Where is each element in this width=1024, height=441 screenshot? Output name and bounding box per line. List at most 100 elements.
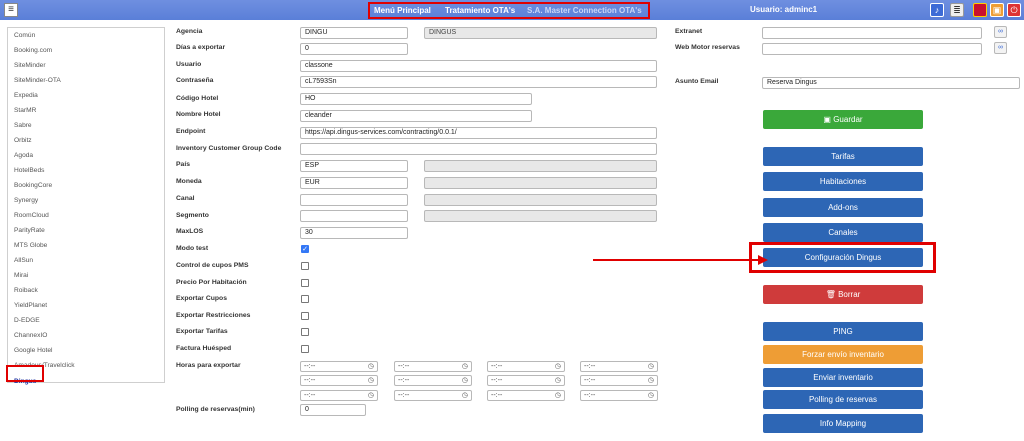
sidebar-item-booking[interactable]: Booking.com bbox=[14, 47, 52, 54]
agencia-input[interactable]: DINGU bbox=[300, 27, 408, 39]
exportar-restricciones-checkbox[interactable] bbox=[301, 312, 309, 320]
habitaciones-button[interactable]: Habitaciones bbox=[763, 172, 923, 191]
control-cupos-checkbox[interactable] bbox=[301, 262, 309, 270]
label-dias: Días a exportar bbox=[176, 44, 226, 51]
inventory-code-input[interactable] bbox=[300, 143, 657, 155]
sidebar-item-parityrate[interactable]: ParityRate bbox=[14, 227, 45, 234]
factura-huesped-checkbox[interactable] bbox=[301, 345, 309, 353]
sidebar-item-synergy[interactable]: Synergy bbox=[14, 197, 38, 204]
clock-icon: ◷ bbox=[554, 363, 561, 370]
enviar-inventario-button[interactable]: Enviar inventario bbox=[763, 368, 923, 387]
configuracion-highlight bbox=[749, 242, 936, 273]
sidebar-item-channexio[interactable]: ChannexIO bbox=[14, 332, 47, 339]
time-input[interactable]: --:-- ◷ bbox=[487, 390, 565, 401]
print-icon[interactable]: ▣ bbox=[990, 3, 1004, 17]
sidebar-item-allsun[interactable]: AllSun bbox=[14, 257, 33, 264]
clock-icon: ◷ bbox=[647, 377, 654, 384]
sidebar-item-roomcloud[interactable]: RoomCloud bbox=[14, 212, 49, 219]
segmento-readonly-field bbox=[424, 210, 657, 222]
time-input[interactable]: --:-- ◷ bbox=[580, 390, 658, 401]
clock-icon: ◷ bbox=[461, 377, 468, 384]
sidebar-item-comun[interactable]: Común bbox=[14, 32, 35, 39]
sidebar-item-mirai[interactable]: Mirai bbox=[14, 272, 28, 279]
sidebar-item-starmr[interactable]: StarMR bbox=[14, 107, 36, 114]
label-pais: País bbox=[176, 161, 190, 168]
link-icon[interactable]: ∞ bbox=[994, 42, 1007, 54]
clock-icon: ◷ bbox=[647, 392, 654, 399]
dias-input[interactable]: 0 bbox=[300, 43, 408, 55]
sidebar-item-siteminder-ota[interactable]: SiteMinder-OTA bbox=[14, 77, 61, 84]
sidebar-item-siteminder[interactable]: SiteMinder bbox=[14, 62, 46, 69]
maxlos-input[interactable]: 30 bbox=[300, 227, 408, 239]
sidebar-item-expedia[interactable]: Expedia bbox=[14, 92, 38, 99]
moneda-readonly-field bbox=[424, 177, 657, 189]
time-input[interactable]: --:-- ◷ bbox=[394, 390, 472, 401]
sidebar-item-mts-globe[interactable]: MTS Globe bbox=[14, 242, 47, 249]
web-motor-input[interactable] bbox=[762, 43, 982, 55]
extranet-input[interactable] bbox=[762, 27, 982, 39]
spain-flag-icon[interactable] bbox=[973, 3, 987, 17]
time-input[interactable]: --:-- ◷ bbox=[487, 375, 565, 386]
exportar-tarifas-checkbox[interactable] bbox=[301, 328, 309, 336]
precio-habitacion-checkbox[interactable] bbox=[301, 279, 309, 287]
forzar-envio-button[interactable]: Forzar envío inventario bbox=[763, 345, 923, 364]
borrar-button[interactable]: 🗑 Borrar bbox=[763, 285, 923, 304]
segmento-input[interactable] bbox=[300, 210, 408, 222]
codigo-hotel-input[interactable]: HO bbox=[300, 93, 532, 105]
nombre-hotel-input[interactable]: cleander bbox=[300, 110, 532, 122]
time-input[interactable]: --:-- ◷ bbox=[300, 390, 378, 401]
pais-input[interactable]: ESP bbox=[300, 160, 408, 172]
time-input[interactable]: --:-- ◷ bbox=[580, 361, 658, 372]
tarifas-button[interactable]: Tarifas bbox=[763, 147, 923, 166]
pointer-arrow-line bbox=[593, 259, 763, 261]
time-input[interactable]: --:-- ◷ bbox=[300, 375, 378, 386]
endpoint-input[interactable]: https://api.dingus-services.com/contract… bbox=[300, 127, 657, 139]
label-horas-exportar: Horas para exportar bbox=[176, 362, 241, 369]
link-icon[interactable]: ∞ bbox=[994, 26, 1007, 38]
nav-tratamiento-ota[interactable]: Tratamiento OTA's bbox=[445, 6, 515, 15]
nav-master-connection[interactable]: S.A. Master Connection OTA's bbox=[527, 6, 642, 15]
sidebar-item-yieldplanet[interactable]: YieldPlanet bbox=[14, 302, 47, 309]
clock-icon: ◷ bbox=[554, 392, 561, 399]
label-contrasena: Contraseña bbox=[176, 77, 214, 84]
modo-test-checkbox[interactable]: ✓ bbox=[301, 245, 309, 253]
label-modo-test: Modo test bbox=[176, 245, 209, 252]
contrasena-input[interactable]: cL7593Sn bbox=[300, 76, 657, 88]
sidebar-item-hotelbeds[interactable]: HotelBeds bbox=[14, 167, 44, 174]
moneda-input[interactable]: EUR bbox=[300, 177, 408, 189]
usuario-input[interactable]: classone bbox=[300, 60, 657, 72]
sidebar-item-sabre[interactable]: Sabre bbox=[14, 122, 32, 129]
canales-button[interactable]: Canales bbox=[763, 223, 923, 242]
time-input[interactable]: --:-- ◷ bbox=[580, 375, 658, 386]
info-mapping-button[interactable]: Info Mapping bbox=[763, 414, 923, 433]
time-input[interactable]: --:-- ◷ bbox=[487, 361, 565, 372]
sidebar-item-agoda[interactable]: Agoda bbox=[14, 152, 33, 159]
nav-menu-principal[interactable]: Menú Principal bbox=[374, 6, 431, 15]
polling-reservas-button[interactable]: Polling de reservas bbox=[763, 390, 923, 409]
sidebar-item-d-edge[interactable]: D-EDGE bbox=[14, 317, 40, 324]
polling-input[interactable]: 0 bbox=[300, 404, 366, 416]
hamburger-menu-icon[interactable]: ≡ bbox=[4, 3, 18, 17]
document-icon[interactable]: ≣ bbox=[950, 3, 964, 17]
time-input[interactable]: --:-- ◷ bbox=[394, 361, 472, 372]
power-icon[interactable]: ⏻ bbox=[1007, 3, 1021, 17]
addons-button[interactable]: Add-ons bbox=[763, 198, 923, 217]
sidebar-item-orbitz[interactable]: Orbitz bbox=[14, 137, 32, 144]
trash-icon: 🗑 bbox=[825, 290, 839, 299]
sidebar-item-bookingcore[interactable]: BookingCore bbox=[14, 182, 52, 189]
asunto-email-input[interactable]: Reserva Dingus bbox=[762, 77, 1020, 89]
label-exportar-restricciones: Exportar Restricciones bbox=[176, 312, 251, 319]
bell-icon[interactable]: ♪ bbox=[930, 3, 944, 17]
label-polling: Polling de reservas(min) bbox=[176, 406, 255, 413]
time-input[interactable]: --:-- ◷ bbox=[300, 361, 378, 372]
exportar-cupos-checkbox[interactable] bbox=[301, 295, 309, 303]
sidebar-item-google-hotel[interactable]: Google Hotel bbox=[14, 347, 53, 354]
guardar-button[interactable]: ▣ Guardar bbox=[763, 110, 923, 129]
ping-button[interactable]: PING bbox=[763, 322, 923, 341]
canal-readonly-field bbox=[424, 194, 657, 206]
sidebar-item-roiback[interactable]: Roiback bbox=[14, 287, 38, 294]
ota-sidebar: Común Booking.com SiteMinder SiteMinder-… bbox=[7, 27, 165, 385]
canal-input[interactable] bbox=[300, 194, 408, 206]
time-input[interactable]: --:-- ◷ bbox=[394, 375, 472, 386]
top-bar: ≡ Menú Principal Tratamiento OTA's S.A. … bbox=[0, 0, 1024, 20]
